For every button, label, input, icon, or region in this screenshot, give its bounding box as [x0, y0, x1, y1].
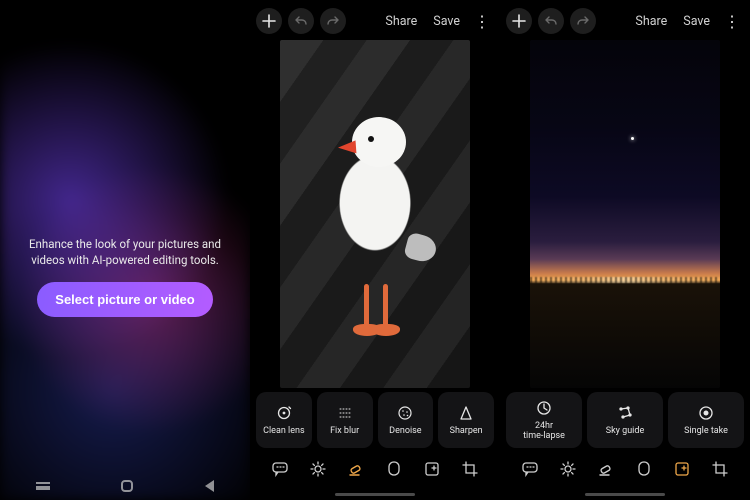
- android-navbar: [0, 477, 250, 495]
- redo-button[interactable]: [320, 8, 346, 34]
- timelapse-icon: [535, 399, 553, 417]
- tool-fix-blur[interactable]: Fix blur: [317, 392, 373, 448]
- tab-generative-icon[interactable]: [422, 459, 442, 479]
- tab-eraser-icon[interactable]: [596, 459, 616, 479]
- fix-blur-icon: [336, 404, 354, 422]
- tab-chat-icon[interactable]: [270, 459, 290, 479]
- sky-guide-icon: [616, 404, 634, 422]
- intro-tagline: Enhance the look of your pictures and vi…: [26, 237, 224, 268]
- tab-chat-icon[interactable]: [520, 459, 540, 479]
- tool-label: Single take: [684, 427, 728, 437]
- redo-button[interactable]: [570, 8, 596, 34]
- save-button[interactable]: Save: [675, 14, 718, 29]
- sharpen-icon: [457, 404, 475, 422]
- tab-mask-icon[interactable]: [384, 459, 404, 479]
- save-button[interactable]: Save: [425, 14, 468, 29]
- undo-button[interactable]: [538, 8, 564, 34]
- tool-label: Sharpen: [450, 427, 483, 437]
- intro-panel: Enhance the look of your pictures and vi…: [0, 0, 250, 500]
- editor-panel-a: Share Save ⋮ Clean lens Fix blur Denoi: [250, 0, 500, 500]
- gesture-handle: [335, 493, 415, 496]
- editor-panel-b: Share Save ⋮ 24hr time-lapse Sky guide S…: [500, 0, 750, 500]
- add-button[interactable]: [256, 8, 282, 34]
- nav-recents-icon[interactable]: [36, 482, 50, 490]
- nav-back-icon[interactable]: [205, 480, 214, 492]
- tab-generative-icon[interactable]: [672, 459, 692, 479]
- tool-clean-lens[interactable]: Clean lens: [256, 392, 312, 448]
- add-button[interactable]: [506, 8, 532, 34]
- tab-adjust-icon[interactable]: [558, 459, 578, 479]
- tool-label: Sky guide: [606, 427, 644, 437]
- select-media-button[interactable]: Select picture or video: [37, 282, 212, 317]
- tool-sharpen[interactable]: Sharpen: [438, 392, 494, 448]
- tool-label: 24hr time-lapse: [523, 422, 565, 442]
- tool-label: Denoise: [389, 427, 421, 437]
- tab-mask-icon[interactable]: [634, 459, 654, 479]
- tab-strip: [250, 456, 500, 482]
- tool-single-take[interactable]: Single take: [668, 392, 744, 448]
- tool-24hr-timelapse[interactable]: 24hr time-lapse: [506, 392, 582, 448]
- tab-crop-icon[interactable]: [710, 459, 730, 479]
- clean-lens-icon: [275, 404, 293, 422]
- tab-adjust-icon[interactable]: [308, 459, 328, 479]
- gesture-handle: [585, 493, 665, 496]
- tool-row: Clean lens Fix blur Denoise Sharpen: [256, 392, 494, 448]
- tool-denoise[interactable]: Denoise: [378, 392, 434, 448]
- tool-label: Clean lens: [263, 427, 305, 437]
- tab-crop-icon[interactable]: [460, 459, 480, 479]
- denoise-icon: [396, 404, 414, 422]
- tool-sky-guide[interactable]: Sky guide: [587, 392, 663, 448]
- more-menu-button[interactable]: ⋮: [718, 12, 744, 31]
- share-button[interactable]: Share: [377, 14, 425, 29]
- tool-row: 24hr time-lapse Sky guide Single take: [506, 392, 744, 448]
- image-canvas[interactable]: [530, 40, 720, 388]
- more-menu-button[interactable]: ⋮: [468, 12, 494, 31]
- undo-button[interactable]: [288, 8, 314, 34]
- tool-label: Fix blur: [330, 427, 359, 437]
- nav-home-icon[interactable]: [121, 480, 133, 492]
- image-canvas[interactable]: [280, 40, 470, 388]
- tab-strip: [500, 456, 750, 482]
- tab-eraser-icon[interactable]: [346, 459, 366, 479]
- share-button[interactable]: Share: [627, 14, 675, 29]
- single-take-icon: [697, 404, 715, 422]
